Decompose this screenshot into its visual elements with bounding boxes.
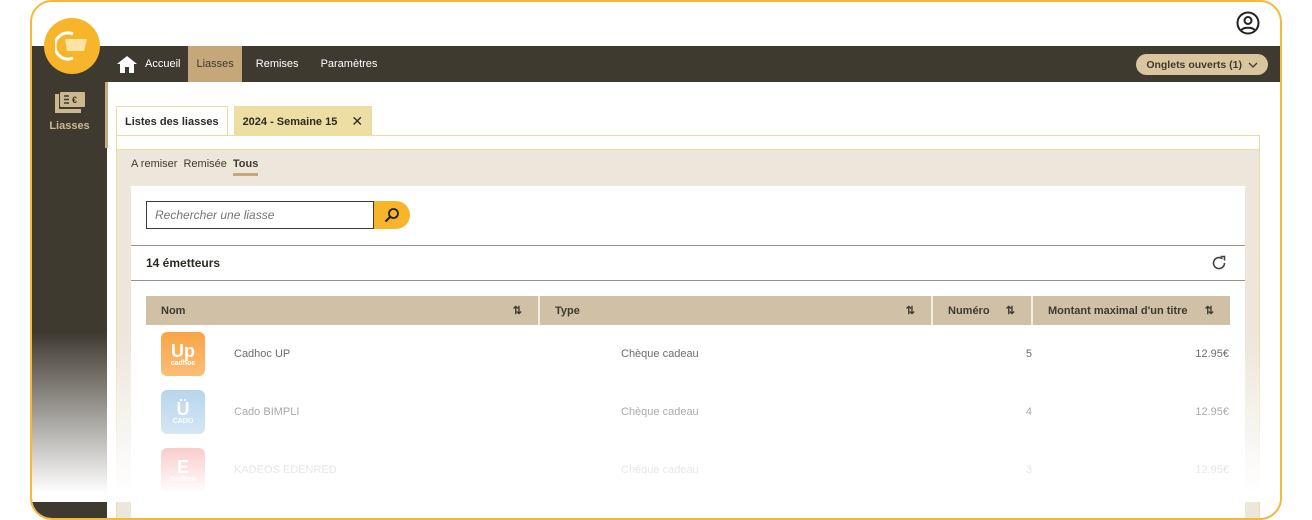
- sort-icon[interactable]: ⇅: [906, 304, 915, 317]
- sort-icon[interactable]: ⇅: [513, 304, 522, 317]
- table-header: Nom ⇅ Type ⇅ Numéro ⇅ Montant maximal d'un …: [146, 296, 1230, 325]
- cell-type: Chèque cadeau: [621, 406, 699, 418]
- table-row[interactable]: Up cadhoc Cadhoc UP Chèque cadeau 5 12.95…: [146, 325, 1230, 383]
- nav-label: Accueil: [145, 58, 181, 70]
- top-nav: Accueil Liasses Remises Paramètres Ongle…: [107, 46, 1280, 82]
- cell-numero: 3: [1025, 464, 1032, 476]
- column-label: Numéro: [948, 304, 990, 317]
- filter-tous[interactable]: Tous: [232, 158, 259, 176]
- nav-remises[interactable]: Remises: [242, 46, 313, 82]
- column-label: Type: [555, 304, 580, 317]
- tab-listes-des-liasses[interactable]: Listes des liasses: [116, 106, 228, 136]
- column-montant[interactable]: Montant maximal d'un titre ⇅: [1033, 296, 1230, 325]
- cell-numero: 4: [1025, 406, 1032, 418]
- close-icon[interactable]: ✕: [351, 113, 363, 130]
- column-label: Nom: [161, 304, 186, 317]
- tab-label: 2024 - Semaine 15: [242, 115, 338, 128]
- issuer-count-bar: 14 émetteurs: [131, 245, 1245, 281]
- nav-accueil[interactable]: Accueil: [107, 46, 188, 82]
- column-type[interactable]: Type ⇅: [540, 296, 933, 325]
- filter-a-remiser[interactable]: A remiser: [131, 158, 177, 176]
- table-row[interactable]: E Kadéos KADEOS EDENRED Chèque cadeau 3 1…: [146, 441, 1230, 499]
- tab-label: Listes des liasses: [125, 115, 219, 128]
- sort-icon[interactable]: ⇅: [1205, 304, 1214, 317]
- cell-montant: 12.95€: [1195, 406, 1229, 418]
- banknote-euro-icon: €: [54, 92, 85, 113]
- search-input[interactable]: [146, 201, 374, 229]
- search-button[interactable]: [374, 201, 410, 229]
- open-tabs-dropdown[interactable]: Onglets ouverts (1): [1136, 54, 1268, 75]
- home-icon: [117, 56, 137, 73]
- open-tabs-label: Onglets ouverts (1): [1146, 58, 1242, 71]
- cell-type: Chèque cadeau: [621, 348, 699, 360]
- filter-remisee[interactable]: Remisée: [183, 158, 226, 176]
- sidebar: € Liasses: [32, 46, 108, 518]
- cell-nom: Cadhoc UP: [234, 348, 291, 360]
- cell-numero: 5: [1025, 348, 1032, 360]
- table-row[interactable]: Ü CADO Cado BIMPLI Chèque cadeau 4 12.95€: [146, 383, 1230, 441]
- sort-icon[interactable]: ⇅: [1006, 304, 1015, 317]
- nav-label: Liasses: [196, 58, 234, 70]
- app-window: € Liasses Accueil Liasses Remises Paramè…: [30, 0, 1282, 520]
- column-numero[interactable]: Numéro ⇅: [933, 296, 1033, 325]
- cell-nom: Cado BIMPLI: [234, 406, 300, 418]
- search-bar: [146, 201, 410, 229]
- tab-panel: A remiser Remisée Tous 14 émetteurs Nom ⇅…: [116, 135, 1260, 518]
- cell-type: Chèque cadeau: [621, 464, 699, 476]
- cell-nom: KADEOS EDENRED: [234, 464, 337, 476]
- chevron-down-icon: [1248, 62, 1258, 68]
- user-account-icon[interactable]: [1236, 11, 1260, 35]
- issuer-logo: E Kadéos: [161, 448, 205, 492]
- issuers-card: 14 émetteurs Nom ⇅ Type ⇅ Numéro ⇅ Montant …: [131, 186, 1245, 518]
- issuer-count: 14 émetteurs: [146, 256, 221, 270]
- refresh-icon[interactable]: [1211, 255, 1227, 271]
- issuer-logo: Ü CADO: [161, 390, 205, 434]
- sidebar-item-label: Liasses: [49, 120, 90, 132]
- nav-label: Paramètres: [320, 58, 378, 70]
- cell-montant: 12.95€: [1195, 464, 1229, 476]
- app-logo[interactable]: [44, 18, 100, 74]
- status-filters: A remiser Remisée Tous: [117, 150, 1259, 176]
- search-icon: [384, 208, 399, 223]
- column-label: Montant maximal d'un titre: [1048, 304, 1188, 317]
- sidebar-item-liasses[interactable]: € Liasses: [32, 92, 107, 132]
- cell-montant: 12.95€: [1195, 348, 1229, 360]
- nav-label: Remises: [255, 58, 299, 70]
- tab-semaine-15[interactable]: 2024 - Semaine 15 ✕: [233, 106, 373, 136]
- svg-text:€: €: [72, 95, 77, 105]
- issuer-logo: Up cadhoc: [161, 332, 205, 376]
- column-nom[interactable]: Nom ⇅: [146, 296, 540, 325]
- nav-parametres[interactable]: Paramètres: [313, 46, 386, 82]
- nav-liasses[interactable]: Liasses: [188, 46, 242, 82]
- tab-bar: Listes des liasses 2024 - Semaine 15 ✕: [116, 106, 373, 136]
